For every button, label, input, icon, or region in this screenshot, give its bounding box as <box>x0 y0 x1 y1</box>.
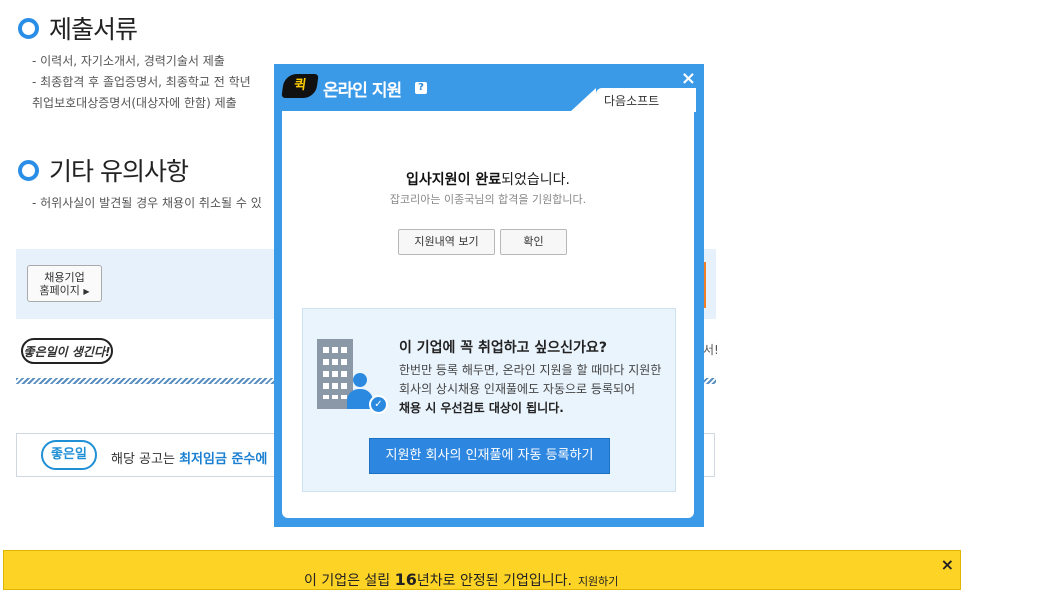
promo-line-1: 한번만 등록 해두면, 온라인 지원을 할 때마다 지원한 <box>399 363 662 377</box>
section-title-text: 기타 유의사항 <box>49 157 189 186</box>
promo-title: 이 기업에 꼭 취업하고 싶으신가요? <box>399 340 607 356</box>
section-title-text: 제출서류 <box>49 15 138 44</box>
doc-line-1: - 이력서, 자기소개서, 경력기술서 제출 <box>32 54 225 68</box>
completion-message: 입사지원이 완료되었습니다. <box>282 169 694 189</box>
banner-years: 16 <box>394 570 417 589</box>
promo-line-3: 채용 시 우선검토 대상이 됩니다. <box>399 401 564 415</box>
view-history-button[interactable]: 지원내역 보기 <box>398 229 495 255</box>
banner-text: 이 기업은 설립 16년차로 안정된 기업입니다. 지원하기 <box>304 570 618 590</box>
section-title-notes: 기타 유의사항 <box>18 152 189 188</box>
promo-line-2: 회사의 상시채용 인재풀에도 자동으로 등록되어 <box>399 382 636 396</box>
truncated-text: 서! <box>703 343 719 357</box>
modal-body: 입사지원이 완료되었습니다. 잡코리아는 이종국님의 합격을 기원합니다. 지원… <box>282 111 694 518</box>
vendor-tab: 다음소프트 <box>570 88 696 112</box>
online-apply-modal: × 퀵 온라인 지원 ? 다음소프트 입사지원이 완료되었습니다. 잡코리아는 … <box>274 64 704 527</box>
modal-title: 온라인 지원 <box>323 81 402 101</box>
help-icon[interactable]: ? <box>415 82 427 94</box>
talent-pool-promo: ✓ 이 기업에 꼭 취업하고 싶으신가요? 한번만 등록 해두면, 온라인 지원… <box>302 308 676 492</box>
arrow-right-icon: ▶ <box>83 287 90 296</box>
quick-badge-icon: 퀵 <box>281 74 319 98</box>
banner-suffix: 년차로 안정된 기업입니다. <box>416 573 572 589</box>
close-icon[interactable]: × <box>681 68 696 89</box>
check-icon: ✓ <box>369 395 388 414</box>
circle-bullet-icon <box>18 159 39 181</box>
banner-prefix: 이 기업은 설립 <box>304 573 395 589</box>
company-age-banner: 이 기업은 설립 16년차로 안정된 기업입니다. 지원하기 × <box>3 550 961 590</box>
button-line: 홈페이지 ▶ <box>39 284 90 297</box>
vendor-label: 다음소프트 <box>604 94 660 108</box>
button-line: 채용기업 <box>44 271 85 284</box>
company-homepage-button[interactable]: 채용기업 홈페이지 ▶ <box>27 265 102 302</box>
completion-sub-message: 잡코리아는 이종국님의 합격을 기원합니다. <box>389 193 587 206</box>
section-title-documents: 제출서류 <box>18 10 138 46</box>
completion-message-bold: 입사지원이 완료 <box>406 172 502 188</box>
good-job-badge-icon: 좋은일 <box>41 440 97 470</box>
doc-line-3: 취업보호대상증명서(대상자에 한함) 제출 <box>32 96 237 110</box>
banner-close-icon[interactable]: × <box>941 555 954 574</box>
notes-line-1: - 허위사실이 발견될 경우 채용이 취소될 수 있 <box>32 196 262 210</box>
circle-bullet-icon <box>18 17 39 39</box>
good-job-logo: 좋은일이 생긴다! <box>21 338 113 364</box>
notice-text: 해당 공고는 최저임금 준수에 <box>111 448 267 467</box>
notice-prefix: 해당 공고는 <box>111 452 180 467</box>
completion-message-rest: 되었습니다. <box>501 172 570 188</box>
notice-highlight: 최저임금 준수에 <box>179 452 268 467</box>
confirm-button[interactable]: 확인 <box>500 229 567 255</box>
auto-register-button[interactable]: 지원한 회사의 인재풀에 자동 등록하기 <box>369 438 610 474</box>
doc-line-2: - 최종합격 후 졸업증명서, 최종학교 전 학년 <box>32 75 251 89</box>
banner-apply-link[interactable]: 지원하기 <box>578 575 618 588</box>
